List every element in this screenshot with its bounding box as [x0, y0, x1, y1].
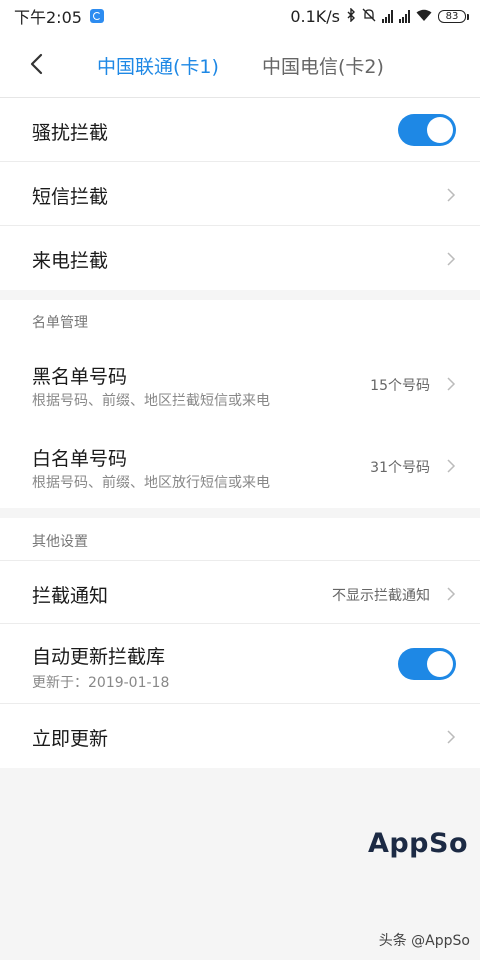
wifi-icon: [416, 7, 432, 26]
update-now-row[interactable]: 立即更新: [0, 704, 480, 768]
toggle-knob: [427, 117, 453, 143]
row-subtitle: 根据号码、前缀、地区拦截短信或来电: [32, 393, 270, 409]
source-credit: 头条 @AppSo: [378, 933, 470, 949]
back-arrow-icon[interactable]: [24, 50, 52, 78]
sms-block-row[interactable]: 短信拦截: [0, 162, 480, 226]
net-speed: 0.1K/s: [290, 6, 340, 26]
row-title: 白名单号码: [32, 448, 128, 470]
section-label: 其他设置: [32, 534, 88, 550]
mute-bell-icon: [362, 7, 376, 26]
chevron-right-icon: [444, 376, 458, 391]
signal-sim1-icon: [382, 9, 393, 23]
row-title: 来电拦截: [32, 250, 109, 272]
row-title: 骚扰拦截: [32, 122, 109, 144]
other-settings-group: 其他设置 拦截通知 不显示拦截通知 自动更新拦截库 更新于：2019-01-18…: [0, 518, 480, 768]
status-bar: 下午2:05 0.1K/s 83: [0, 0, 480, 32]
signal-sim2-icon: [399, 9, 410, 23]
chevron-right-icon: [444, 187, 458, 202]
row-subtitle: 根据号码、前缀、地区放行短信或来电: [32, 475, 270, 491]
auto-update-toggle[interactable]: [398, 648, 456, 680]
row-value: 31个号码: [370, 460, 430, 476]
row-title: 自动更新拦截库: [32, 646, 166, 668]
row-subtitle: 更新于：2019-01-18: [32, 675, 170, 691]
battery-indicator: 83: [438, 9, 469, 23]
chevron-right-icon: [444, 458, 458, 473]
tab-sim2[interactable]: 中国电信(卡2): [262, 52, 384, 79]
whitelist-row[interactable]: 白名单号码 根据号码、前缀、地区放行短信或来电 31个号码: [0, 426, 480, 508]
appso-watermark: AppSo: [367, 828, 468, 859]
interception-group: 骚扰拦截 短信拦截 来电拦截: [0, 98, 480, 290]
block-notification-row[interactable]: 拦截通知 不显示拦截通知: [0, 560, 480, 624]
top-bar: 中国联通(卡1) 中国电信(卡2): [0, 32, 480, 98]
harassment-block-row[interactable]: 骚扰拦截: [0, 98, 480, 162]
blacklist-row[interactable]: 黑名单号码 根据号码、前缀、地区拦截短信或来电 15个号码: [0, 344, 480, 426]
tab-sim1[interactable]: 中国联通(卡1): [97, 52, 219, 79]
row-title: 黑名单号码: [32, 366, 128, 388]
row-value: 15个号码: [370, 378, 430, 394]
chevron-right-icon: [444, 251, 458, 266]
bluetooth-icon: [346, 6, 356, 26]
list-management-group: 名单管理 黑名单号码 根据号码、前缀、地区拦截短信或来电 15个号码 白名单号码…: [0, 300, 480, 508]
row-title: 拦截通知: [32, 585, 109, 607]
harassment-block-toggle[interactable]: [398, 114, 456, 146]
row-title: 立即更新: [32, 728, 109, 750]
section-label: 名单管理: [32, 315, 88, 331]
row-value: 不显示拦截通知: [332, 588, 430, 604]
chevron-right-icon: [444, 586, 458, 601]
toggle-knob: [427, 651, 453, 677]
chevron-right-icon: [444, 729, 458, 744]
call-block-row[interactable]: 来电拦截: [0, 226, 480, 290]
app-notification-icon: [89, 9, 104, 23]
row-title: 短信拦截: [32, 186, 109, 208]
auto-update-row[interactable]: 自动更新拦截库 更新于：2019-01-18: [0, 624, 480, 704]
status-time: 下午2:05: [14, 8, 82, 27]
